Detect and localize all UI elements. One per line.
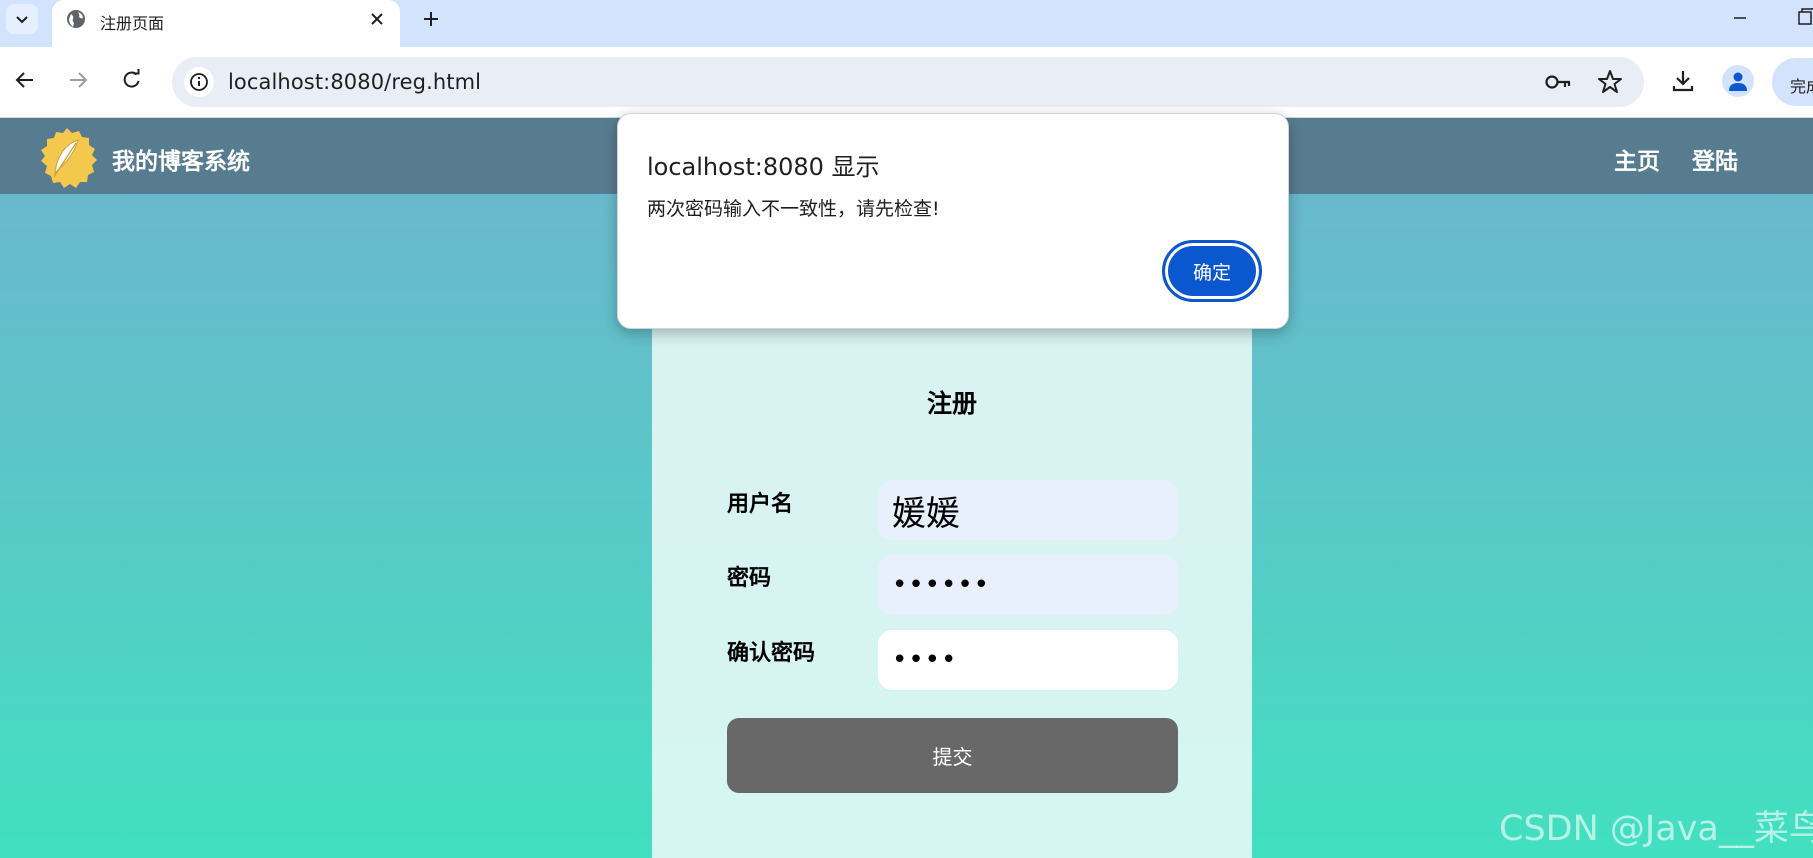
chevron-down-icon xyxy=(16,16,28,24)
star-icon[interactable] xyxy=(1596,68,1624,96)
key-icon[interactable] xyxy=(1544,70,1572,94)
nav-link-home[interactable]: 主页 xyxy=(1614,142,1660,176)
site-name: 我的博客系统 xyxy=(112,149,250,175)
download-button[interactable] xyxy=(1666,64,1700,98)
back-arrow-icon xyxy=(15,72,33,88)
reload-button[interactable] xyxy=(115,63,149,97)
active-tab[interactable]: 注册页面 xyxy=(52,0,400,47)
info-icon xyxy=(190,73,208,91)
register-card: 注册 用户名 媛媛 密码 •••••• 确认密码 •••• 提交 xyxy=(652,244,1252,858)
tab-close-button[interactable] xyxy=(366,8,388,30)
dialog-title: localhost:8080 显示 xyxy=(647,153,880,181)
download-icon xyxy=(1672,71,1694,92)
restore-icon xyxy=(1798,8,1813,25)
window-minimize-button[interactable] xyxy=(1728,6,1752,30)
username-input[interactable]: 媛媛 xyxy=(878,480,1178,540)
dialog-ok-button[interactable]: 确定 xyxy=(1162,240,1262,302)
browser-tab-strip: 注册页面 xyxy=(0,0,1813,47)
globe-icon xyxy=(67,10,85,28)
forward-button[interactable] xyxy=(61,63,95,97)
minimize-icon xyxy=(1734,17,1746,19)
browser-toolbar: localhost:8080/reg.html 完成 xyxy=(0,47,1813,118)
confirm-password-label: 确认密码 xyxy=(727,641,816,666)
back-button[interactable] xyxy=(8,63,42,97)
dialog-message: 两次密码输入不一致性，请先检查! xyxy=(647,198,940,220)
complete-button[interactable]: 完成 xyxy=(1772,58,1813,106)
password-input[interactable]: •••••• xyxy=(878,555,1178,615)
csdn-watermark: CSDN @Java__菜鸟 xyxy=(1499,809,1813,849)
forward-arrow-icon xyxy=(70,72,88,88)
profile-button[interactable] xyxy=(1722,65,1754,97)
submit-button[interactable]: 提交 xyxy=(727,718,1178,793)
plus-icon xyxy=(424,12,438,26)
password-label: 密码 xyxy=(727,566,772,591)
tab-search-button[interactable] xyxy=(6,4,38,34)
reload-icon xyxy=(123,69,140,88)
window-restore-button[interactable] xyxy=(1790,8,1813,28)
username-label: 用户名 xyxy=(727,492,794,517)
confirm-password-input[interactable]: •••• xyxy=(878,630,1178,690)
url-text: localhost:8080/reg.html xyxy=(228,70,482,94)
address-bar[interactable]: localhost:8080/reg.html xyxy=(172,57,1644,107)
feather-logo-icon[interactable] xyxy=(36,127,98,189)
profile-icon xyxy=(1729,72,1747,91)
register-title: 注册 xyxy=(926,389,977,418)
tab-title: 注册页面 xyxy=(100,14,165,33)
close-icon xyxy=(371,13,383,25)
alert-dialog: localhost:8080 显示 两次密码输入不一致性，请先检查! 确定 xyxy=(617,113,1289,329)
nav-link-login[interactable]: 登陆 xyxy=(1692,142,1738,176)
site-info-button[interactable] xyxy=(184,67,214,97)
new-tab-button[interactable] xyxy=(418,6,444,32)
